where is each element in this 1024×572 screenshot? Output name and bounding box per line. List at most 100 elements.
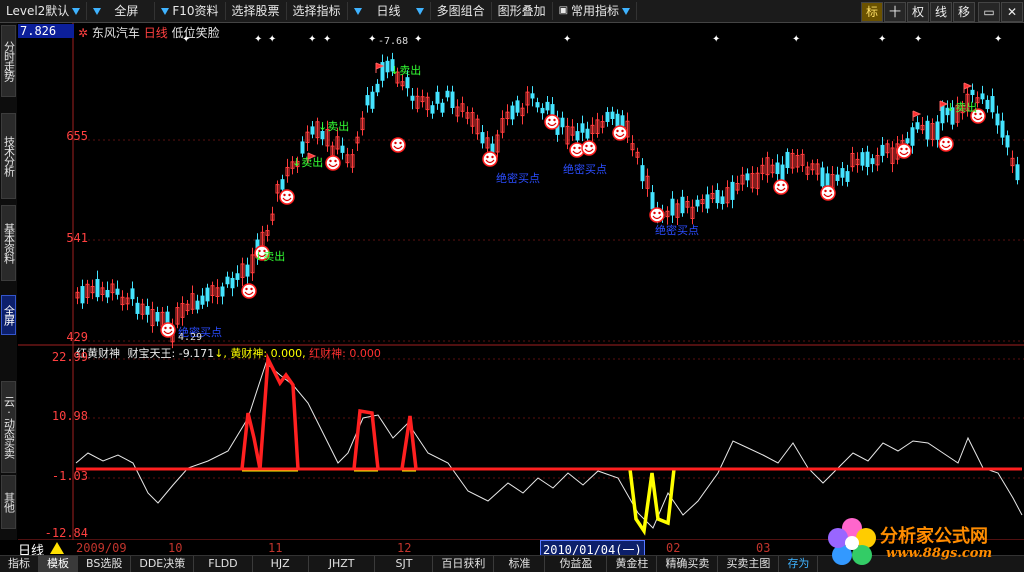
flower-logo-icon	[828, 518, 876, 565]
arrow-down-icon: ↓,	[214, 347, 227, 360]
candle-body	[970, 89, 975, 96]
candle-body	[445, 90, 450, 98]
toolbar-level2[interactable]: Level2默认	[0, 2, 88, 20]
chevron-down-icon	[93, 7, 102, 15]
toolbar-select-stock[interactable]: 选择股票	[226, 2, 287, 20]
bottom-tab[interactable]: 伪益盈	[545, 556, 608, 572]
date-label: 2009/09	[76, 541, 127, 555]
candle-body	[880, 144, 885, 156]
bottom-tab[interactable]: 百日获利	[433, 556, 495, 572]
tab-cloud-trade[interactable]: 云·动态买卖	[1, 381, 16, 473]
candle-body	[560, 117, 565, 128]
candle-body	[835, 174, 840, 182]
smiley-eye	[947, 140, 950, 144]
tab-fullscreen[interactable]: 全屏	[1, 295, 16, 335]
chart-canvas[interactable]: ✦✦✦✦✦✦✦✦✦✦✦✦✦↓卖出↓卖出↓卖出↓卖出↓卖出绝密买点绝密买点绝密买点…	[18, 23, 1024, 543]
close-icon[interactable]: ✕	[1001, 2, 1023, 22]
crosshair-button[interactable]: 十	[884, 2, 906, 22]
bottom-tab[interactable]: BS选股	[78, 556, 132, 572]
tab-technical[interactable]: 技术分析	[1, 113, 16, 199]
candle-body	[940, 105, 945, 124]
smiley-icon	[241, 283, 257, 299]
candle-body	[580, 123, 585, 133]
toolbar-multi-chart[interactable]: 多图组合	[431, 2, 492, 20]
smiley-face	[160, 322, 176, 338]
mark-button[interactable]: 标	[861, 2, 883, 22]
toolbar-f10[interactable]: F10资料	[155, 2, 226, 20]
smiley-eye	[486, 155, 489, 159]
candle-body	[235, 273, 240, 280]
smiley-face	[325, 155, 341, 171]
smiley-eye	[573, 146, 576, 150]
restore-window-icon[interactable]: ▭	[978, 2, 1000, 22]
toolbar-select-indicator[interactable]: 选择指标	[287, 2, 348, 20]
candle-body	[1005, 135, 1010, 148]
bottom-tab[interactable]: JHZT	[309, 556, 376, 572]
bottom-tab[interactable]: 标准	[494, 556, 546, 572]
red-deity-spike	[352, 408, 380, 470]
toolbar-period[interactable]: 日线	[348, 2, 431, 20]
toolbar-overlay[interactable]: 图形叠加	[492, 2, 553, 20]
move-button[interactable]: 移	[953, 2, 975, 22]
price-tick: 541	[66, 231, 88, 245]
smiley-eye	[824, 189, 827, 193]
candle-body	[245, 264, 250, 277]
sell-signal-label: ↓卖出	[318, 119, 349, 133]
candle-body	[200, 295, 205, 305]
wealth-value: -9.171	[178, 347, 215, 360]
candle-body	[365, 95, 370, 106]
chart-area[interactable]: ✦✦✦✦✦✦✦✦✦✦✦✦✦↓卖出↓卖出↓卖出↓卖出↓卖出绝密买点绝密买点绝密买点…	[18, 23, 1024, 543]
smiley-eye	[250, 287, 253, 291]
smiley-eye	[621, 129, 624, 133]
tab-other[interactable]: 其他	[1, 475, 16, 529]
rights-button[interactable]: 权	[907, 2, 929, 22]
candle-body	[640, 165, 645, 182]
smiley-eye	[491, 155, 494, 159]
indicator-tick: 22.99	[51, 350, 88, 364]
candle-body	[405, 77, 410, 89]
low-price-label: 4.29	[178, 332, 202, 343]
candle-body	[300, 141, 305, 154]
toolbar-common-indicators[interactable]: ▣ 常用指标	[553, 2, 638, 20]
bottom-tab[interactable]: 精确买卖	[657, 556, 719, 572]
tab-fundamental[interactable]: 基本资料	[1, 205, 16, 281]
candle-body	[385, 60, 390, 73]
indicator-tick: 10.98	[51, 409, 88, 423]
candle-body	[480, 132, 485, 144]
candle-body	[860, 152, 865, 166]
line-button[interactable]: 线	[930, 2, 952, 22]
toolbar-fullscreen[interactable]: 全屏	[87, 2, 156, 20]
smiley-eye	[169, 326, 172, 330]
smiley-icon	[820, 185, 836, 201]
candle-body	[605, 111, 610, 122]
candle-body	[95, 278, 100, 298]
bottom-tab[interactable]: SJT	[375, 556, 434, 572]
candle-body	[450, 91, 455, 108]
candle-body	[870, 158, 875, 165]
smiley-icon	[773, 179, 789, 195]
chevron-down-icon	[161, 7, 170, 15]
tab-intraday[interactable]: 分时走势	[1, 25, 16, 97]
bottom-tab[interactable]: 模板	[39, 556, 78, 572]
candle-body	[575, 131, 580, 141]
candle-body	[715, 189, 720, 204]
smiley-face	[241, 283, 257, 299]
smiley-icon	[482, 151, 498, 167]
bottom-tab[interactable]: HJZ	[253, 556, 309, 572]
candle-body	[905, 138, 910, 144]
price-tick: 655	[66, 129, 88, 143]
smiley-eye	[905, 147, 908, 151]
bottom-tab[interactable]: 黄金柱	[607, 556, 658, 572]
bottom-tab[interactable]: DDE决策	[131, 556, 195, 572]
bottom-tab[interactable]: 存为	[779, 556, 819, 572]
star-icon: ✦	[268, 34, 276, 45]
bottom-tab[interactable]: 买卖主图	[718, 556, 780, 572]
smiley-eye	[399, 141, 402, 145]
bottom-tab[interactable]: 指标	[0, 556, 39, 572]
bottom-tab[interactable]: FLDD	[194, 556, 253, 572]
smiley-eye	[653, 211, 656, 215]
triangle-up-icon[interactable]	[50, 542, 64, 554]
candle-body	[530, 93, 535, 99]
red-deity-spike	[258, 352, 300, 470]
smiley-face	[612, 125, 628, 141]
